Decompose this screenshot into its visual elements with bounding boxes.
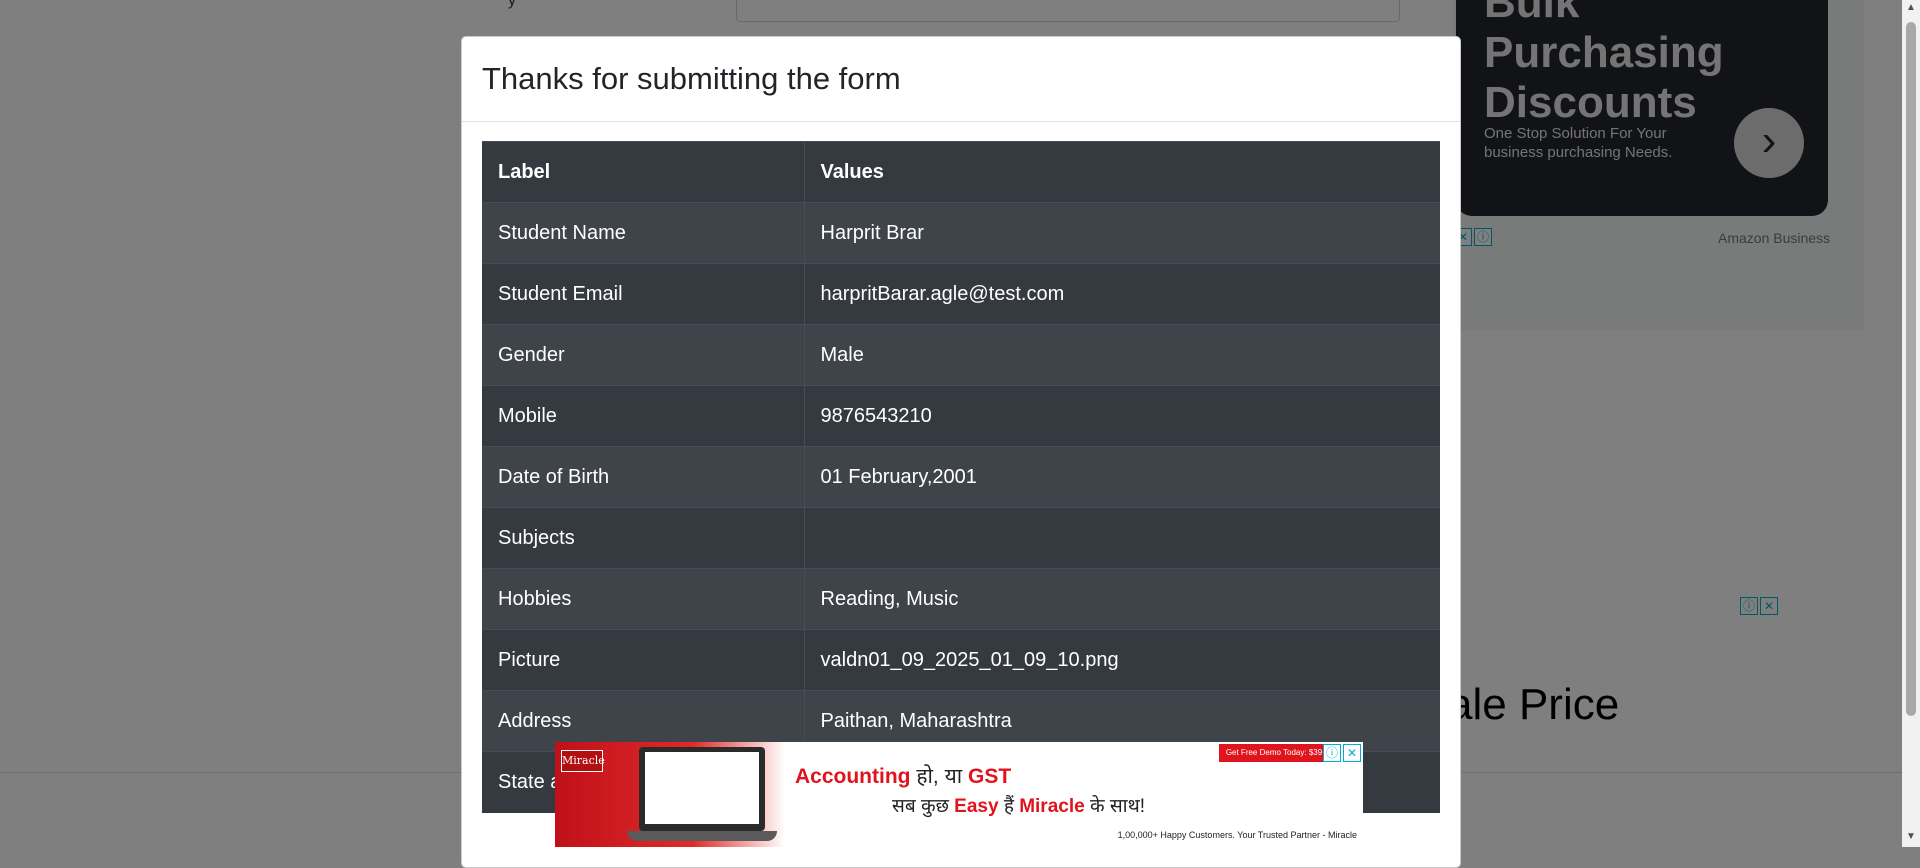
modal-title: Thanks for submitting the form [482, 61, 901, 96]
column-header-label: Label [482, 141, 805, 203]
miracle-logo: Miracle [561, 750, 605, 772]
scroll-thumb[interactable] [1906, 22, 1916, 716]
laptop-image [639, 747, 765, 831]
close-icon[interactable]: ✕ [1343, 744, 1361, 762]
results-table: Label Values Student Name Harprit Brar S… [482, 141, 1440, 813]
ad-choice-icons[interactable]: ⓘ ✕ [1323, 744, 1361, 762]
vertical-scrollbar[interactable]: ▲ ▼ [1902, 0, 1920, 847]
table-row: Mobile 9876543210 [482, 385, 1440, 447]
row-label: Gender [482, 324, 805, 386]
row-value: valdn01_09_2025_01_09_10.png [804, 629, 1440, 691]
row-label: Student Name [482, 202, 805, 264]
row-label: Student Email [482, 263, 805, 325]
table-header-row: Label Values [482, 141, 1440, 203]
column-header-values: Values [804, 141, 1440, 203]
row-value [804, 507, 1440, 569]
row-value: 01 February,2001 [804, 446, 1440, 508]
row-label: Date of Birth [482, 446, 805, 508]
row-label: Subjects [482, 507, 805, 569]
scroll-down-icon[interactable]: ▼ [1902, 831, 1920, 845]
info-icon[interactable]: ⓘ [1323, 744, 1341, 762]
modal-body: Label Values Student Name Harprit Brar S… [462, 122, 1460, 832]
modal-header: Thanks for submitting the form [462, 37, 1460, 122]
table-row: Hobbies Reading, Music [482, 568, 1440, 630]
table-row: Gender Male [482, 324, 1440, 386]
row-label: Mobile [482, 385, 805, 447]
row-label: Picture [482, 629, 805, 691]
table-row: Student Name Harprit Brar [482, 202, 1440, 264]
table-row: Picture valdn01_09_2025_01_09_10.png [482, 629, 1440, 691]
ad-line-1: Accounting हो, या GST [795, 765, 1012, 788]
ad-line-2: सब कुछ Easy हैं Miracle के साथ! [892, 796, 1146, 817]
ad-footer-text: 1,00,000+ Happy Customers. Your Trusted … [1117, 830, 1357, 840]
scroll-up-icon[interactable]: ▲ [1902, 2, 1920, 16]
row-value: Harprit Brar [804, 202, 1440, 264]
table-row: Date of Birth 01 February,2001 [482, 446, 1440, 508]
row-value: Male [804, 324, 1440, 386]
row-label: Hobbies [482, 568, 805, 630]
row-value: 9876543210 [804, 385, 1440, 447]
free-demo-badge[interactable]: Get Free Demo Today: $39 [1219, 744, 1329, 762]
table-row: Student Email harpritBarar.agle@test.com [482, 263, 1440, 325]
row-value: Reading, Music [804, 568, 1440, 630]
laptop-base [627, 831, 777, 841]
miracle-accounting-ad[interactable]: Miracle Accounting हो, या GST सब कुछ Eas… [555, 742, 1363, 847]
row-value: harpritBarar.agle@test.com [804, 263, 1440, 325]
table-row: Subjects [482, 507, 1440, 569]
